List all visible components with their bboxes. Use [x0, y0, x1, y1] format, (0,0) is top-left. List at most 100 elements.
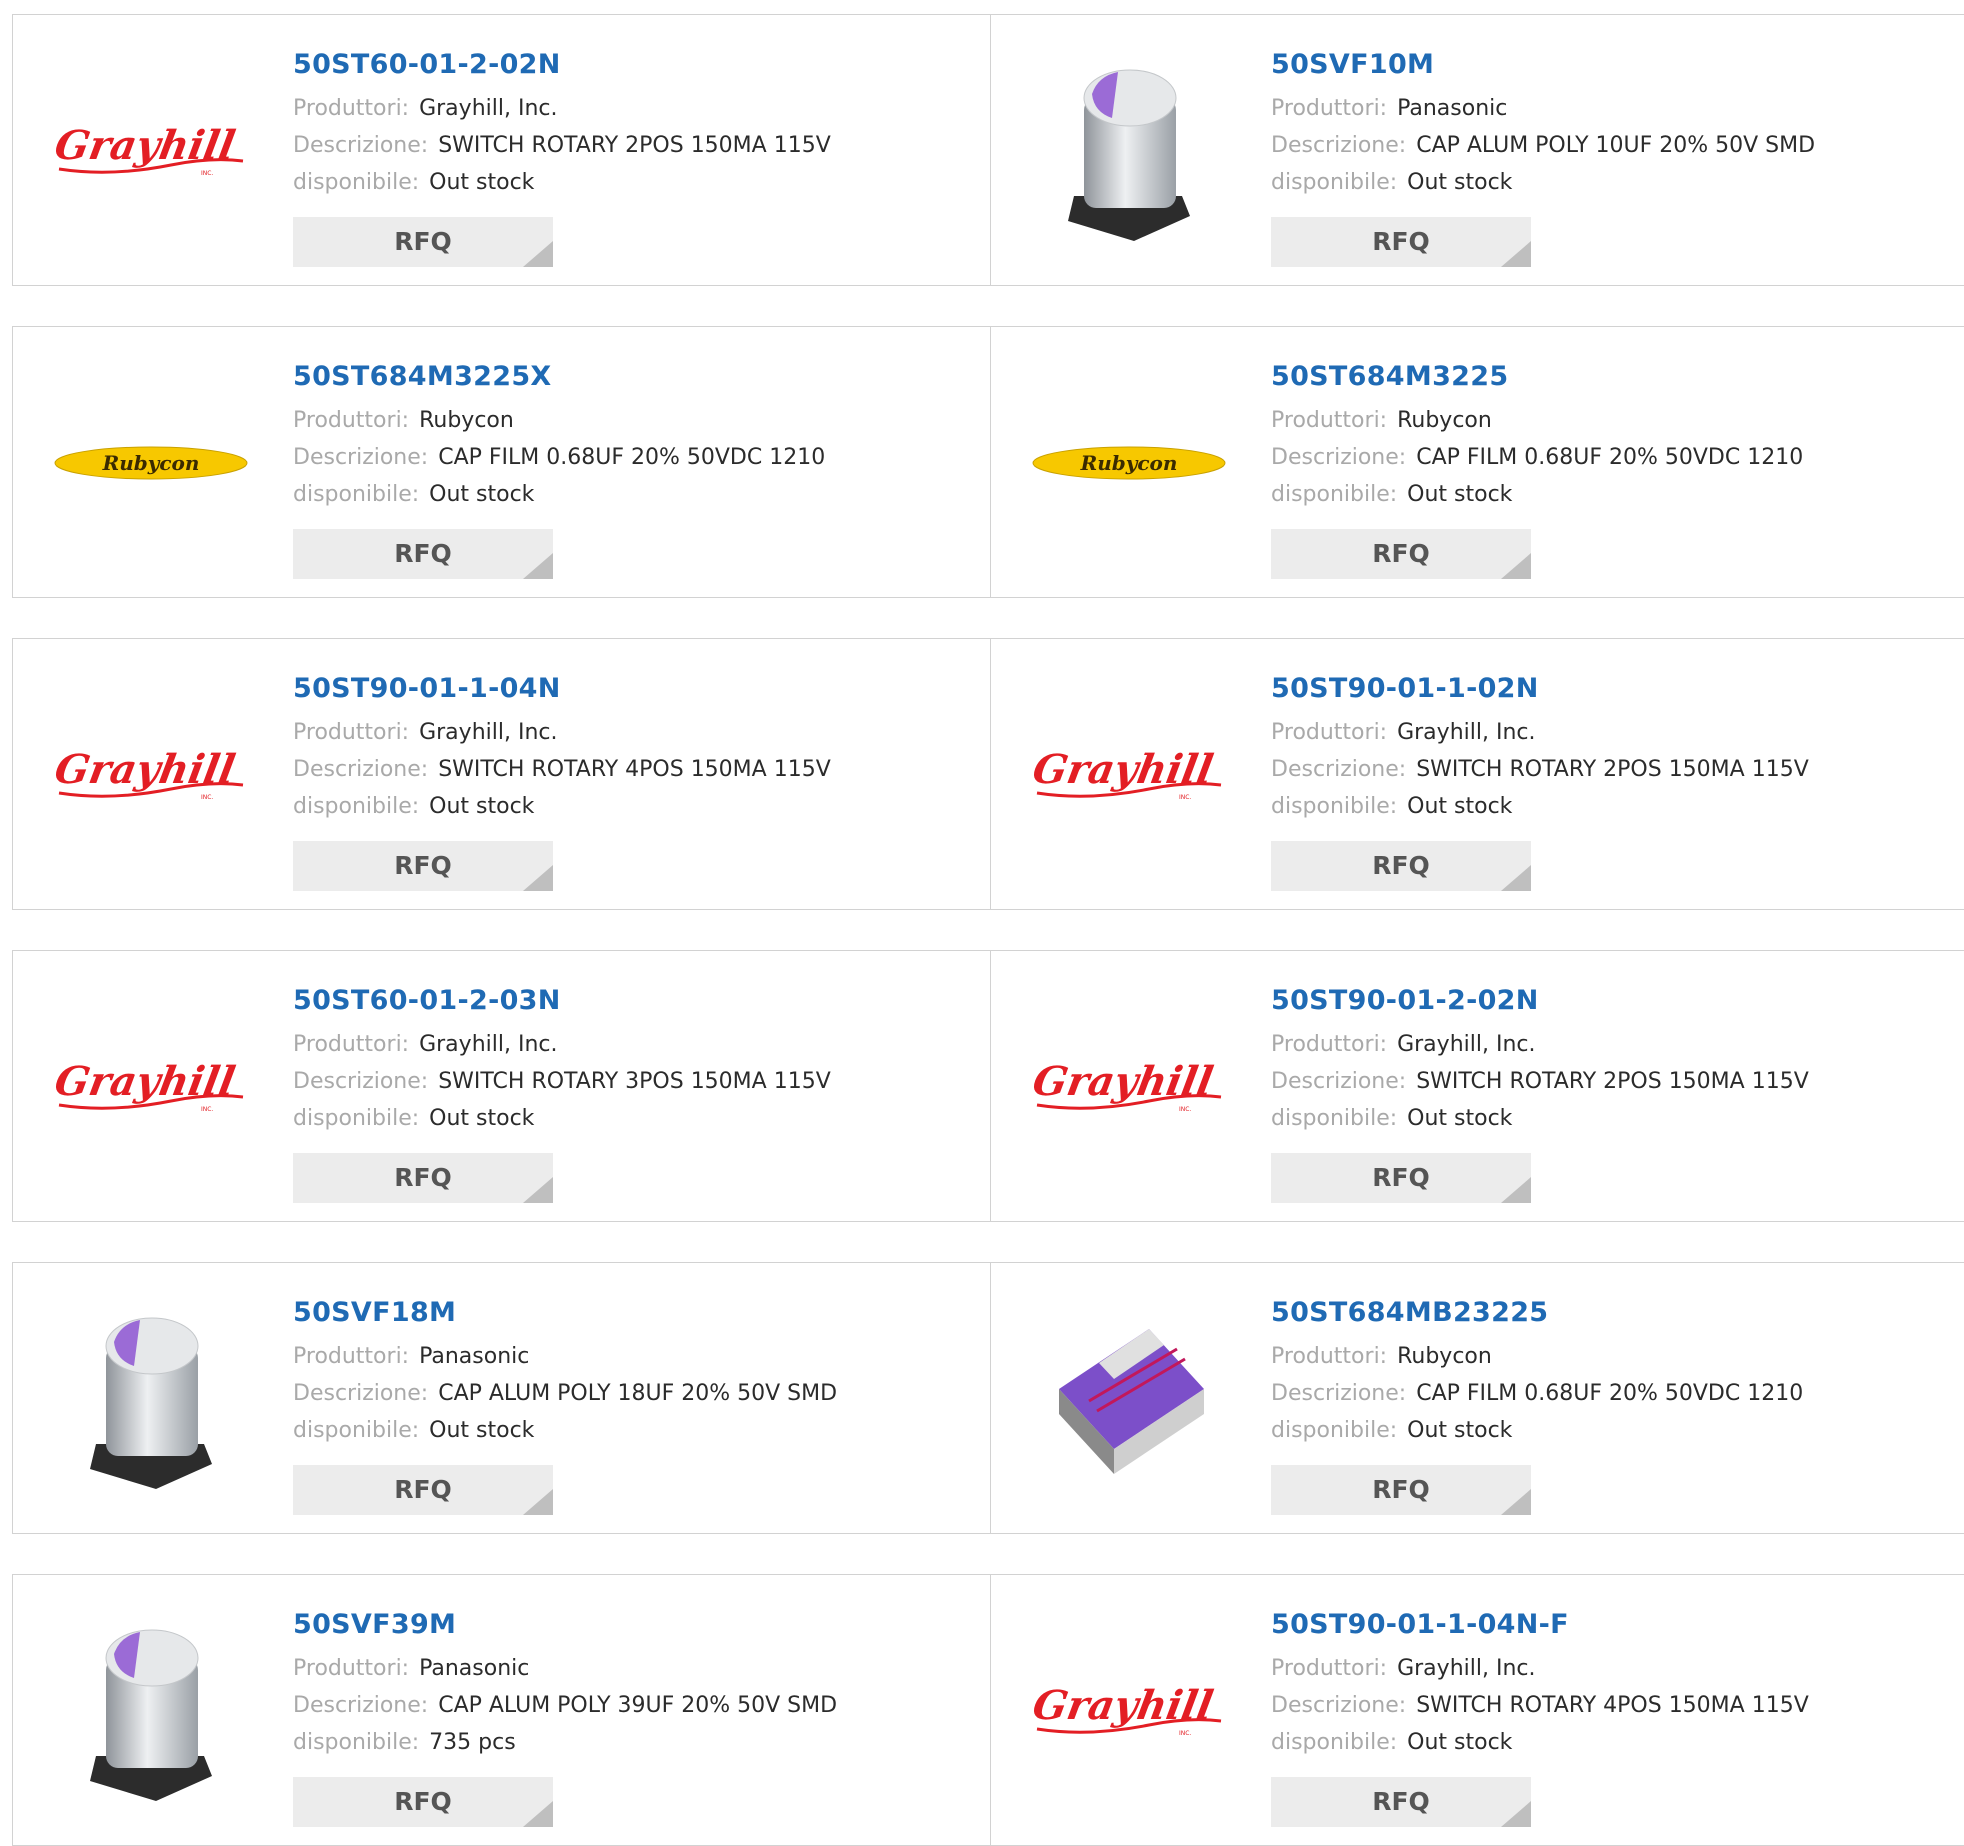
manufacturer-label: Produttori: — [293, 1656, 410, 1681]
product-image[interactable]: Grayhill INC. — [1019, 977, 1239, 1197]
product-image[interactable]: Grayhill INC. — [41, 41, 261, 261]
description-label: Descrizione: — [293, 133, 429, 158]
product-image[interactable] — [41, 1289, 261, 1509]
manufacturer-row: Produttori: Grayhill, Inc. — [1271, 715, 1809, 752]
manufacturer-value: Panasonic — [1397, 96, 1508, 121]
availability-label: disponibile: — [293, 794, 420, 819]
rfq-label: RFQ — [1372, 539, 1430, 568]
product-info: 50ST90-01-1-04N Produttori: Grayhill, Inc… — [293, 669, 831, 826]
availability-label: disponibile: — [1271, 1730, 1398, 1755]
product-part-link[interactable]: 50SVF18M — [293, 1293, 837, 1333]
product-image[interactable] — [41, 1601, 261, 1821]
product-card: Grayhill INC. 50ST90-01-1-02N Produttori… — [990, 639, 1964, 909]
product-part-link[interactable]: 50ST60-01-2-02N — [293, 45, 831, 85]
product-part-link[interactable]: 50ST60-01-2-03N — [293, 981, 831, 1021]
rfq-label: RFQ — [394, 227, 452, 256]
manufacturer-value: Grayhill, Inc. — [1397, 1032, 1536, 1057]
availability-label: disponibile: — [293, 170, 420, 195]
product-card: Grayhill INC. 50ST90-01-2-02N Produttori… — [990, 951, 1964, 1221]
product-part-link[interactable]: 50ST90-01-1-04N — [293, 669, 831, 709]
manufacturer-label: Produttori: — [293, 1344, 410, 1369]
product-part-link[interactable]: 50SVF10M — [1271, 45, 1815, 85]
svg-text:Grayhill: Grayhill — [51, 1057, 238, 1105]
availability-value: Out stock — [1407, 794, 1513, 819]
description-value: CAP ALUM POLY 10UF 20% 50V SMD — [1416, 133, 1816, 158]
manufacturer-value: Panasonic — [419, 1656, 530, 1681]
corner-fold-icon — [523, 553, 553, 579]
rfq-button[interactable]: RFQ — [293, 1465, 553, 1515]
description-label: Descrizione: — [1271, 1693, 1407, 1718]
rfq-button[interactable]: RFQ — [1271, 1777, 1531, 1827]
product-info: 50SVF10M Produttori: Panasonic Descrizion… — [1271, 45, 1815, 202]
product-image[interactable]: Rubycon — [1019, 353, 1239, 573]
product-image[interactable]: Grayhill INC. — [1019, 1601, 1239, 1821]
availability-value: Out stock — [1407, 1418, 1513, 1443]
product-card: Rubycon 50ST684M3225 Produttori: Rubycon … — [990, 327, 1964, 597]
product-image[interactable]: Grayhill INC. — [41, 977, 261, 1197]
manufacturer-label: Produttori: — [293, 720, 410, 745]
description-row: Descrizione: CAP FILM 0.68UF 20% 50VDC 12… — [1271, 1376, 1803, 1413]
rfq-label: RFQ — [1372, 227, 1430, 256]
availability-label: disponibile: — [1271, 482, 1398, 507]
product-image[interactable]: Rubycon — [41, 353, 261, 573]
rfq-button[interactable]: RFQ — [1271, 529, 1531, 579]
availability-label: disponibile: — [1271, 170, 1398, 195]
grayhill-logo-icon: Grayhill INC. — [51, 121, 244, 177]
availability-row: disponibile: Out stock — [293, 1101, 831, 1138]
product-part-link[interactable]: 50ST684MB23225 — [1271, 1293, 1803, 1333]
product-image[interactable]: Grayhill INC. — [1019, 665, 1239, 885]
product-row: Grayhill INC. 50ST60-01-2-03N Produttori… — [12, 950, 1964, 1222]
rfq-button[interactable]: RFQ — [1271, 1465, 1531, 1515]
rfq-button[interactable]: RFQ — [293, 529, 553, 579]
product-part-link[interactable]: 50SVF39M — [293, 1605, 837, 1645]
svg-text:INC.: INC. — [1179, 1106, 1191, 1113]
rfq-label: RFQ — [394, 1163, 452, 1192]
product-info: 50ST90-01-1-02N Produttori: Grayhill, Inc… — [1271, 669, 1809, 826]
svg-text:Grayhill: Grayhill — [1029, 745, 1216, 793]
product-image[interactable] — [1019, 1289, 1239, 1509]
rfq-button[interactable]: RFQ — [1271, 1153, 1531, 1203]
rfq-label: RFQ — [394, 539, 452, 568]
availability-value: Out stock — [429, 170, 535, 195]
availability-value: Out stock — [1407, 482, 1513, 507]
description-row: Descrizione: CAP ALUM POLY 18UF 20% 50V S… — [293, 1376, 837, 1413]
availability-value: Out stock — [429, 1418, 535, 1443]
description-value: CAP ALUM POLY 18UF 20% 50V SMD — [438, 1381, 838, 1406]
availability-label: disponibile: — [293, 1730, 420, 1755]
product-part-link[interactable]: 50ST90-01-2-02N — [1271, 981, 1809, 1021]
product-part-link[interactable]: 50ST684M3225 — [1271, 357, 1803, 397]
product-image[interactable] — [1019, 41, 1239, 261]
product-info: 50ST684M3225 Produttori: Rubycon Descrizi… — [1271, 357, 1803, 514]
corner-fold-icon — [1501, 241, 1531, 267]
description-label: Descrizione: — [1271, 445, 1407, 470]
rfq-label: RFQ — [1372, 851, 1430, 880]
availability-label: disponibile: — [1271, 1418, 1398, 1443]
description-label: Descrizione: — [293, 445, 429, 470]
description-row: Descrizione: SWITCH ROTARY 2POS 150MA 115… — [1271, 1064, 1809, 1101]
availability-label: disponibile: — [1271, 794, 1398, 819]
product-part-link[interactable]: 50ST90-01-1-02N — [1271, 669, 1809, 709]
description-row: Descrizione: SWITCH ROTARY 4POS 150MA 115… — [1271, 1688, 1809, 1725]
product-card: 50ST684MB23225 Produttori: Rubycon Descri… — [990, 1263, 1964, 1533]
rfq-button[interactable]: RFQ — [1271, 217, 1531, 267]
product-part-link[interactable]: 50ST90-01-1-04N-F — [1271, 1605, 1809, 1645]
availability-row: disponibile: Out stock — [293, 789, 831, 826]
rfq-button[interactable]: RFQ — [293, 1153, 553, 1203]
capacitor-icon — [90, 1629, 212, 1801]
rfq-button[interactable]: RFQ — [293, 217, 553, 267]
rubycon-logo-icon: Rubycon — [54, 446, 248, 480]
manufacturer-value: Grayhill, Inc. — [419, 1032, 558, 1057]
rfq-label: RFQ — [394, 1475, 452, 1504]
manufacturer-value: Grayhill, Inc. — [1397, 1656, 1536, 1681]
capacitor-icon — [90, 1317, 212, 1489]
product-part-link[interactable]: 50ST684M3225X — [293, 357, 825, 397]
corner-fold-icon — [1501, 865, 1531, 891]
description-label: Descrizione: — [1271, 1381, 1407, 1406]
rfq-button[interactable]: RFQ — [1271, 841, 1531, 891]
product-info: 50ST90-01-1-04N-F Produttori: Grayhill, I… — [1271, 1605, 1809, 1762]
availability-row: disponibile: Out stock — [1271, 789, 1809, 826]
product-image[interactable]: Grayhill INC. — [41, 665, 261, 885]
rfq-button[interactable]: RFQ — [293, 841, 553, 891]
rfq-button[interactable]: RFQ — [293, 1777, 553, 1827]
rfq-label: RFQ — [394, 1787, 452, 1816]
